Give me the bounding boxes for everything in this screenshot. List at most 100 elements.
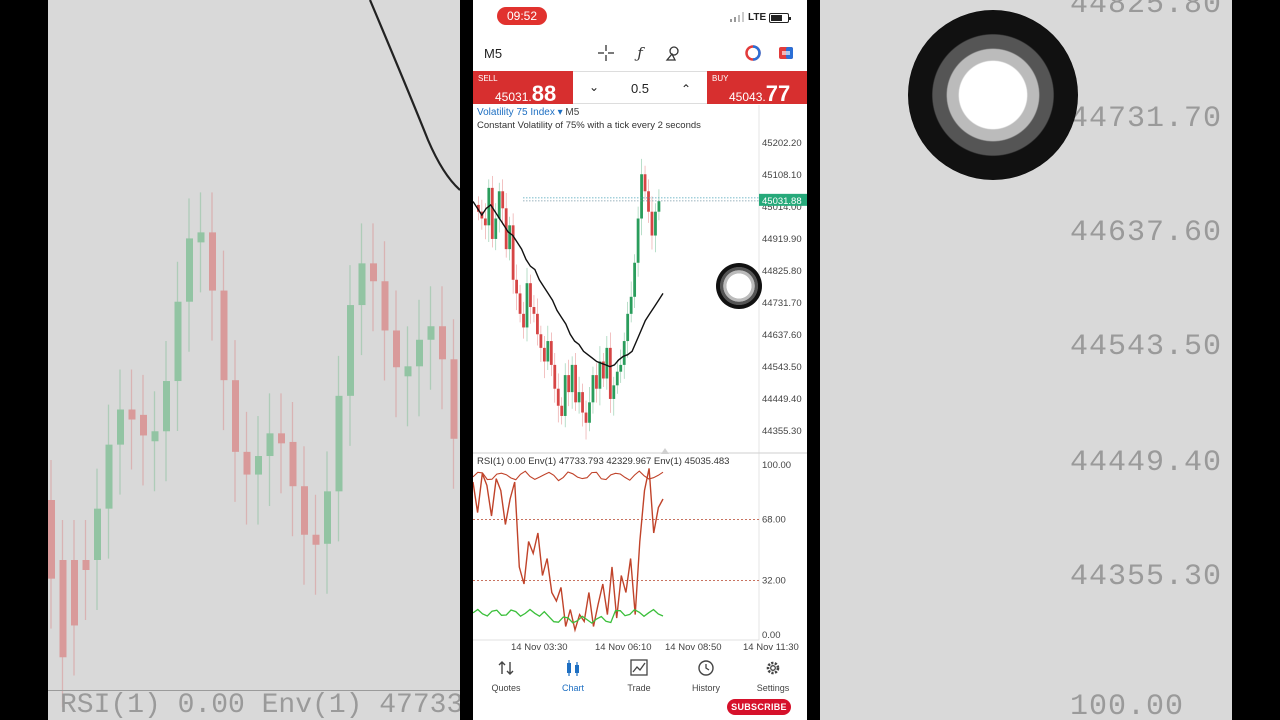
background-candle-body <box>197 232 205 243</box>
candle-body <box>501 191 505 209</box>
chart-icon <box>567 660 579 676</box>
candle-body <box>529 283 532 308</box>
time-axis-label: 14 Nov 06:10 <box>595 642 652 653</box>
background-candle-body <box>140 414 147 436</box>
timeframe-button[interactable]: M5 <box>484 46 502 61</box>
price-tick-label: 44449.40 <box>762 394 802 405</box>
indicator-f-icon[interactable]: ƒ <box>631 44 649 62</box>
background-ma-line <box>368 0 460 191</box>
nav-chart[interactable]: Chart <box>543 659 603 693</box>
candle-body <box>598 361 602 389</box>
background-rsi-100: 100.00 <box>1070 690 1185 720</box>
crosshair-icon[interactable] <box>597 44 615 62</box>
sell-price: 45031.88 <box>495 81 556 107</box>
nav-settings[interactable]: Settings <box>743 659 803 693</box>
background-candle-body <box>278 433 285 444</box>
candle-body <box>490 187 494 239</box>
rsi-tick-label: 32.00 <box>762 576 786 587</box>
background-candle-body <box>301 486 308 535</box>
nav-history-label: History <box>691 683 720 693</box>
price-chart[interactable]: 45202.2045108.1045014.0044919.9044825.80… <box>473 105 807 660</box>
candle-body <box>560 405 564 416</box>
background-price-4: 44543.50 <box>1070 330 1223 364</box>
chart-toolbar: M5 ƒ <box>473 38 807 68</box>
nav-history[interactable]: History <box>676 659 736 693</box>
candle-body <box>536 313 539 335</box>
sell-price-main: 45031. <box>495 90 532 104</box>
background-candle-body <box>82 560 90 570</box>
symbol-line[interactable]: Volatility 75 Index ▾ M5 <box>477 107 579 118</box>
nav-trade[interactable]: Trade <box>609 659 669 693</box>
candle-body <box>525 283 529 328</box>
trade-nav-icon <box>630 659 648 676</box>
candle-body <box>584 412 588 423</box>
candle-body <box>588 402 591 423</box>
rsi-header: RSI(1) 0.00 Env(1) 47733.793 42329.967 E… <box>477 456 729 467</box>
trade-icon[interactable] <box>777 44 795 62</box>
nav-chart-label: Chart <box>561 683 584 693</box>
battery-icon <box>769 13 791 23</box>
buy-button[interactable]: BUY 45043.77 <box>707 71 807 107</box>
background-candle-body <box>266 433 274 457</box>
candle-body <box>556 388 560 406</box>
background-candle-body <box>439 326 446 360</box>
nav-quotes-label: Quotes <box>491 683 521 693</box>
price-tick-label: 44731.70 <box>762 298 802 309</box>
background-candle-body <box>71 560 78 626</box>
candle-body <box>640 174 643 219</box>
time-axis-label: 14 Nov 03:30 <box>511 642 568 653</box>
candle-body <box>549 341 553 365</box>
background-price-1: 44825.80 <box>1070 0 1223 22</box>
background-candle-body <box>416 339 423 367</box>
background-candle-body <box>174 301 182 382</box>
candle-body <box>633 262 637 297</box>
background-left-blur: RSI(1) 0.00 Env(1) 47733.793 42329.967 E… <box>48 0 460 720</box>
quotes-icon <box>498 661 514 675</box>
network-label: LTE <box>748 12 767 23</box>
background-candle-body <box>347 305 354 396</box>
time-axis-label: 14 Nov 08:50 <box>665 642 722 653</box>
background-candle-body <box>232 380 239 452</box>
background-candle-body <box>209 232 216 291</box>
background-candle-body <box>48 500 55 579</box>
candle-body <box>497 191 501 219</box>
candle-body <box>657 201 661 212</box>
candle-body <box>650 211 654 236</box>
background-candle-body <box>404 366 412 377</box>
background-price-3: 44637.60 <box>1070 216 1223 250</box>
background-candle-body <box>220 290 228 381</box>
symbol-name: Volatility 75 Index <box>477 107 555 118</box>
account-icon[interactable] <box>744 44 762 62</box>
lot-selector: ⌄ 0.5 ⌃ <box>573 71 707 104</box>
signal-icon <box>730 12 744 22</box>
envelope-upper-line <box>473 470 664 482</box>
candle-body <box>615 371 619 386</box>
lot-increase-icon[interactable]: ⌃ <box>681 82 691 96</box>
candle-body <box>619 364 623 372</box>
nav-settings-label: Settings <box>756 683 790 693</box>
candle-body <box>518 293 522 314</box>
candle-body <box>539 334 543 348</box>
background-candle-body <box>163 381 170 432</box>
symbol-timeframe: M5 <box>565 107 580 118</box>
background-candle-body <box>117 409 124 445</box>
sell-button[interactable]: SELL 45031.88 <box>473 71 573 107</box>
nav-quotes[interactable]: Quotes <box>476 659 536 693</box>
buy-price-main: 45043. <box>729 90 766 104</box>
trade-panel: SELL 45031.88 ⌄ 0.5 ⌃ BUY 45043.77 <box>473 71 807 107</box>
candle-body <box>570 364 574 393</box>
background-candle-body <box>358 263 366 306</box>
rsi-tick-label: 0.00 <box>762 630 781 641</box>
background-price-2: 44731.70 <box>1070 102 1223 136</box>
buy-label: BUY <box>712 74 729 83</box>
background-candle-body <box>151 431 159 442</box>
candle-body <box>553 364 557 389</box>
subscribe-button[interactable]: SUBSCRIBE <box>727 699 791 715</box>
buy-price: 45043.77 <box>729 81 790 107</box>
price-tick-label: 44919.90 <box>762 234 802 245</box>
objects-icon[interactable] <box>664 44 682 62</box>
chart-area[interactable]: 45202.20 45108.10 45014.00 44919.90 44825.80… <box>473 105 807 660</box>
price-tick-label: 44637.60 <box>762 330 802 341</box>
rsi-tick-label: 68.00 <box>762 514 786 525</box>
bottom-navigation: Quotes Chart Trade History Settings <box>473 655 807 700</box>
